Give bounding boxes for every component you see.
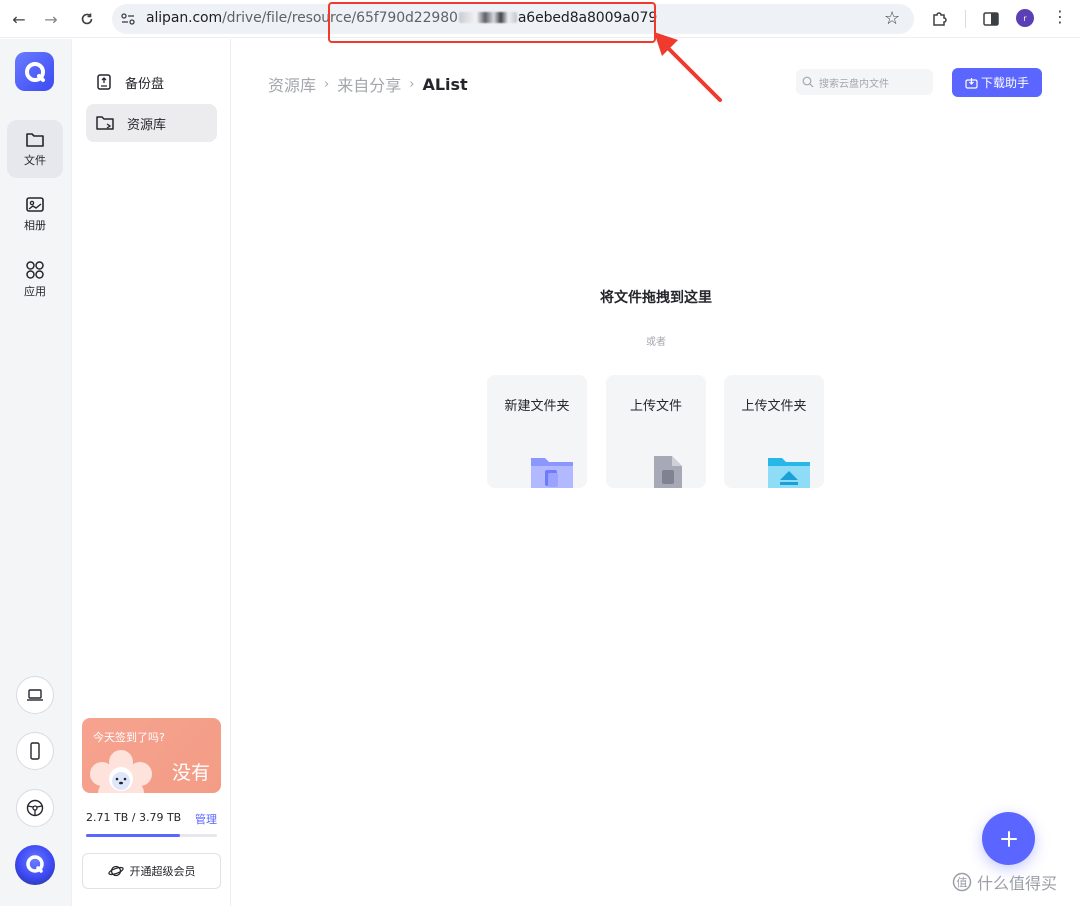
- folder-icon: [26, 132, 44, 147]
- phone-icon: [30, 742, 40, 760]
- drop-zone-title: 将文件拖拽到这里: [600, 290, 712, 306]
- download-icon: [965, 77, 978, 89]
- extensions-icon[interactable]: [930, 9, 950, 29]
- breadcrumb-item[interactable]: 来自分享: [337, 72, 401, 96]
- user-avatar[interactable]: [15, 845, 55, 885]
- sidebar: 备份盘 资源库 今天签到了吗? 没有 2.71 TB / 3.79 TB 管理 …: [73, 39, 231, 906]
- laptop-icon: [27, 689, 43, 701]
- app-rail: 文件 相册 应用: [0, 39, 72, 906]
- search-input[interactable]: 搜索云盘内文件: [796, 69, 933, 95]
- svg-text:值: 值: [957, 876, 968, 889]
- check-in-promo-card[interactable]: 今天签到了吗? 没有: [82, 718, 221, 793]
- desktop-client-button[interactable]: [16, 676, 54, 714]
- breadcrumb-separator: ›: [409, 76, 415, 92]
- sidebar-item-resource-library[interactable]: 资源库: [86, 104, 217, 142]
- apps-icon: [26, 260, 44, 279]
- side-panel-icon[interactable]: [981, 9, 1001, 29]
- flower-mascot-icon: [90, 750, 152, 793]
- forward-icon[interactable]: →: [40, 8, 62, 30]
- planet-icon: [107, 865, 124, 877]
- promo-status: 没有: [171, 762, 210, 784]
- breadcrumb-current: AList: [422, 74, 468, 94]
- upload-file-icon: [654, 456, 682, 488]
- profile-avatar[interactable]: r: [1016, 9, 1034, 27]
- plus-icon: [1000, 830, 1017, 847]
- upload-folder-icon: [768, 458, 810, 488]
- sidebar-item-backup-drive[interactable]: 备份盘: [86, 63, 217, 101]
- rail-item-album[interactable]: 相册: [7, 185, 63, 243]
- download-assistant-button[interactable]: 下载助手: [952, 68, 1042, 97]
- steering-wheel-icon: [26, 799, 44, 817]
- browser-menu-icon[interactable]: ⋮: [1052, 7, 1068, 26]
- back-icon[interactable]: ←: [8, 8, 30, 30]
- card-label: 上传文件: [629, 399, 682, 414]
- rail-item-files[interactable]: 文件: [7, 120, 63, 178]
- reload-icon[interactable]: [76, 8, 98, 30]
- watermark: 值 什么值得买: [952, 870, 1057, 894]
- upgrade-vip-button[interactable]: 开通超级会员: [82, 853, 221, 889]
- watermark-text: 什么值得买: [977, 874, 1058, 893]
- toolbar-divider: [965, 10, 966, 28]
- breadcrumb-item[interactable]: 资源库: [268, 72, 316, 96]
- upload-folder-card[interactable]: 上传文件夹: [724, 375, 824, 488]
- mobile-client-button[interactable]: [16, 732, 54, 770]
- breadcrumb-separator: ›: [324, 76, 330, 92]
- storage-usage-text: 2.71 TB / 3.79 TB: [86, 811, 182, 824]
- storage-progress-fill: [86, 834, 180, 837]
- backup-drive-icon: [97, 74, 111, 90]
- tv-client-button[interactable]: [16, 789, 54, 827]
- search-icon: [802, 76, 814, 88]
- app-logo[interactable]: [15, 52, 54, 91]
- download-button-label: 下载助手: [980, 76, 1029, 90]
- upload-file-card[interactable]: 上传文件: [606, 375, 706, 488]
- promo-title: 今天签到了吗?: [93, 731, 165, 744]
- annotation-highlight-box: [328, 2, 656, 43]
- card-label: 上传文件夹: [741, 399, 807, 414]
- bookmark-star-icon[interactable]: ☆: [884, 8, 900, 29]
- manage-storage-link[interactable]: 管理: [195, 811, 217, 827]
- watermark-logo-icon: 值: [952, 872, 972, 892]
- storage-progress-bar: [86, 834, 217, 837]
- card-label: 新建文件夹: [504, 399, 570, 414]
- or-separator-text: 或者: [646, 337, 666, 348]
- site-settings-icon[interactable]: [120, 11, 136, 27]
- new-folder-icon: [531, 458, 573, 488]
- rail-item-label: 应用: [24, 284, 46, 298]
- sidebar-item-label: 资源库: [127, 117, 167, 133]
- rail-item-apps[interactable]: 应用: [7, 250, 63, 308]
- breadcrumb: 资源库 › 来自分享 › AList: [268, 72, 468, 96]
- search-placeholder: 搜索云盘内文件: [819, 78, 889, 90]
- sidebar-item-label: 备份盘: [125, 76, 165, 92]
- add-button[interactable]: [982, 812, 1035, 865]
- vip-label: 开通超级会员: [129, 865, 196, 878]
- album-icon: [26, 196, 44, 212]
- new-folder-card[interactable]: 新建文件夹: [487, 375, 587, 488]
- rail-item-label: 文件: [24, 153, 46, 167]
- annotation-arrow: [654, 32, 722, 102]
- resource-library-icon: [96, 116, 114, 130]
- rail-item-label: 相册: [24, 218, 46, 232]
